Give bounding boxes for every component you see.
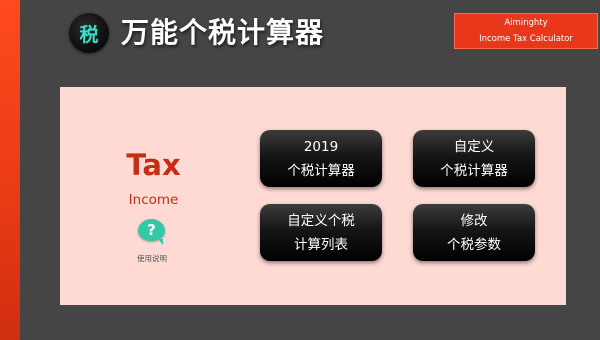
button-line: 自定义: [453, 138, 495, 155]
button-line: 个税参数: [447, 236, 501, 253]
button-line: 2019: [303, 138, 339, 155]
button-line: 计算列表: [294, 236, 348, 253]
main-panel: Tax Income ? 使用说明 2019 个税计算器 自定义 个税计算器 自…: [60, 87, 566, 305]
logo-glyph: 税: [79, 23, 99, 46]
income-label: Income: [128, 192, 179, 208]
tax-heading: Tax: [126, 148, 181, 182]
calc-2019-button[interactable]: 2019 个税计算器: [260, 130, 382, 187]
brand-subtitle: Income Tax Calculator: [479, 34, 573, 44]
help-icon[interactable]: ?: [138, 219, 165, 245]
custom-calc-button[interactable]: 自定义 个税计算器: [413, 130, 535, 187]
tax-logo-icon: 税: [69, 13, 109, 53]
help-label[interactable]: 使用说明: [129, 253, 175, 265]
button-line: 自定义个税: [287, 212, 355, 229]
button-line: 修改: [460, 212, 488, 229]
question-mark: ?: [147, 221, 156, 239]
left-accent-stripe: [0, 0, 20, 340]
custom-table-button[interactable]: 自定义个税 计算列表: [260, 204, 382, 261]
app-title: 万能个税计算器: [121, 16, 325, 49]
button-line: 个税计算器: [440, 162, 508, 179]
brand-box: Aiminghty Income Tax Calculator: [454, 13, 598, 49]
edit-params-button[interactable]: 修改 个税参数: [413, 204, 535, 261]
brand-name: Aiminghty: [504, 18, 548, 28]
button-line: 个税计算器: [287, 162, 355, 179]
